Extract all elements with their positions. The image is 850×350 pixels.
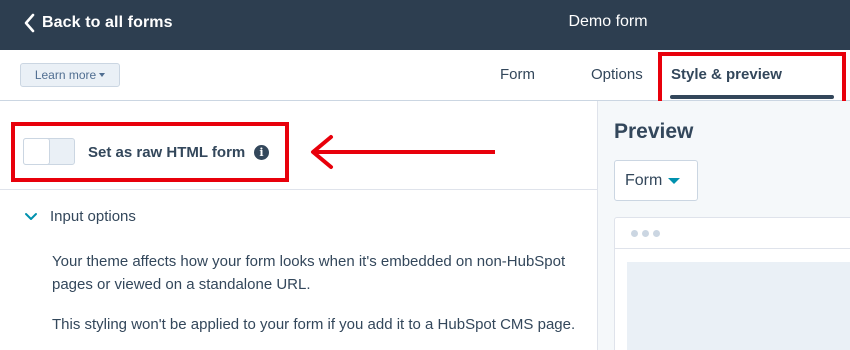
chevron-down-icon: [25, 212, 37, 220]
input-options-toggle[interactable]: Input options: [24, 208, 136, 225]
browser-dot: [642, 230, 649, 237]
input-options-title: Input options: [50, 208, 136, 225]
chevron-left-icon: [24, 13, 35, 33]
learn-more-button[interactable]: Learn more: [20, 63, 120, 87]
page-title: Demo form: [568, 13, 648, 30]
preview-browser-frame: [614, 217, 850, 350]
caret-down-icon: [99, 73, 106, 77]
section-divider: [0, 189, 597, 190]
preview-type-value: Form: [625, 171, 663, 189]
browser-dot: [653, 230, 660, 237]
browser-dot: [631, 230, 638, 237]
browser-dots: [631, 230, 660, 237]
caret-down-icon: [668, 177, 681, 184]
preview-canvas: [627, 262, 850, 350]
preview-type-dropdown[interactable]: Form: [614, 160, 698, 201]
back-link-label: Back to all forms: [42, 14, 173, 31]
theme-description: Your theme affects how your form looks w…: [52, 253, 566, 293]
back-to-forms-link[interactable]: Back to all forms: [22, 10, 173, 36]
raw-html-toggle-label: Set as raw HTML form: [88, 144, 246, 161]
arrow-left-icon: [311, 135, 495, 169]
browser-toolbar-divider: [615, 248, 850, 249]
raw-html-toggle[interactable]: [23, 138, 75, 165]
preview-panel: Preview Form: [597, 101, 850, 350]
info-icon[interactable]: i: [254, 145, 269, 160]
cms-note: This styling won't be applied to your fo…: [52, 316, 576, 333]
preview-title: Preview: [614, 120, 694, 143]
tab-form[interactable]: Form: [500, 66, 535, 83]
top-header: Back to all forms Demo form: [0, 0, 850, 50]
learn-more-label: Learn more: [34, 68, 97, 82]
toggle-knob: [23, 138, 50, 165]
tab-options[interactable]: Options: [591, 66, 643, 83]
